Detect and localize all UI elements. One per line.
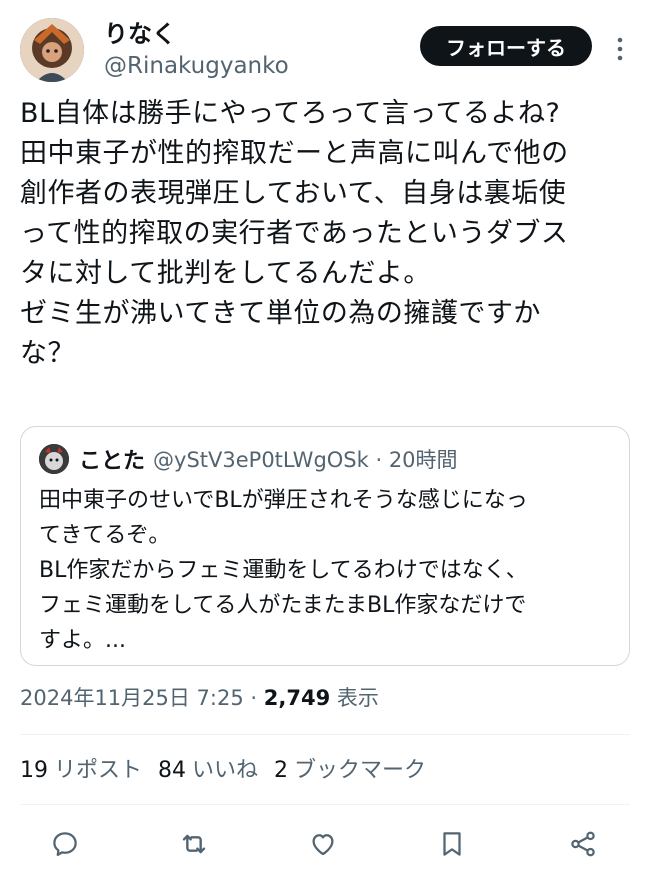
follow-button[interactable]: フォローする [420, 26, 592, 66]
engagement-stats: 19 リポスト 84 いいね 2 ブックマーク [20, 754, 442, 788]
tweet-meta: 2024年11月25日 7:25 · 2,749 表示 [20, 682, 379, 714]
meta-separator: · [243, 686, 264, 710]
repost-icon[interactable] [176, 826, 212, 862]
tweet-text: BL自体は勝手にやってろって言ってるよね? 田中東子が性的搾取だーと声高に叫んで… [20, 98, 569, 369]
likes-label[interactable]: いいね [192, 758, 258, 783]
quoted-tweet-text: 田中東子のせいでBLが弾圧されそうな感じになっ てきてるぞ。 BL作家だからフェ… [39, 488, 528, 653]
author-names: りなく @Rinakugyanko [104, 18, 289, 82]
share-icon[interactable] [565, 826, 601, 862]
author-handle[interactable]: @Rinakugyanko [104, 50, 289, 82]
reposts-label[interactable]: リポスト [54, 758, 142, 783]
author-display-name[interactable]: りなく [104, 18, 289, 50]
quoted-tweet-header: ことた @yStV3eP0tLWgOSk · 20時間 [39, 444, 458, 474]
reply-icon[interactable] [47, 826, 83, 862]
quoted-display-name: ことた [79, 449, 146, 474]
views-count: 2,749 [263, 686, 331, 710]
tweet-timestamp[interactable]: 2024年11月25日 7:25 [20, 686, 244, 710]
bookmarks-label[interactable]: ブックマーク [294, 758, 426, 783]
bookmark-icon[interactable] [434, 826, 470, 862]
author-avatar[interactable] [20, 18, 84, 82]
quoted-tweet[interactable]: ことた @yStV3eP0tLWgOSk · 20時間 田中東子のせいでBLが弾… [20, 426, 630, 666]
bookmarks-count[interactable]: 2 [274, 758, 288, 783]
action-bar [20, 822, 630, 866]
views-label: 表示 [336, 686, 379, 710]
like-icon[interactable] [305, 826, 341, 862]
divider [20, 734, 630, 735]
tweet-header: りなく @Rinakugyanko フォローする [20, 16, 632, 86]
likes-count[interactable]: 84 [158, 758, 186, 783]
divider [20, 804, 630, 805]
quoted-handle-time: @yStV3eP0tLWgOSk · 20時間 [153, 448, 458, 472]
reposts-count[interactable]: 19 [20, 758, 48, 783]
quoted-author-avatar [39, 444, 69, 474]
more-options-icon[interactable] [610, 34, 630, 64]
